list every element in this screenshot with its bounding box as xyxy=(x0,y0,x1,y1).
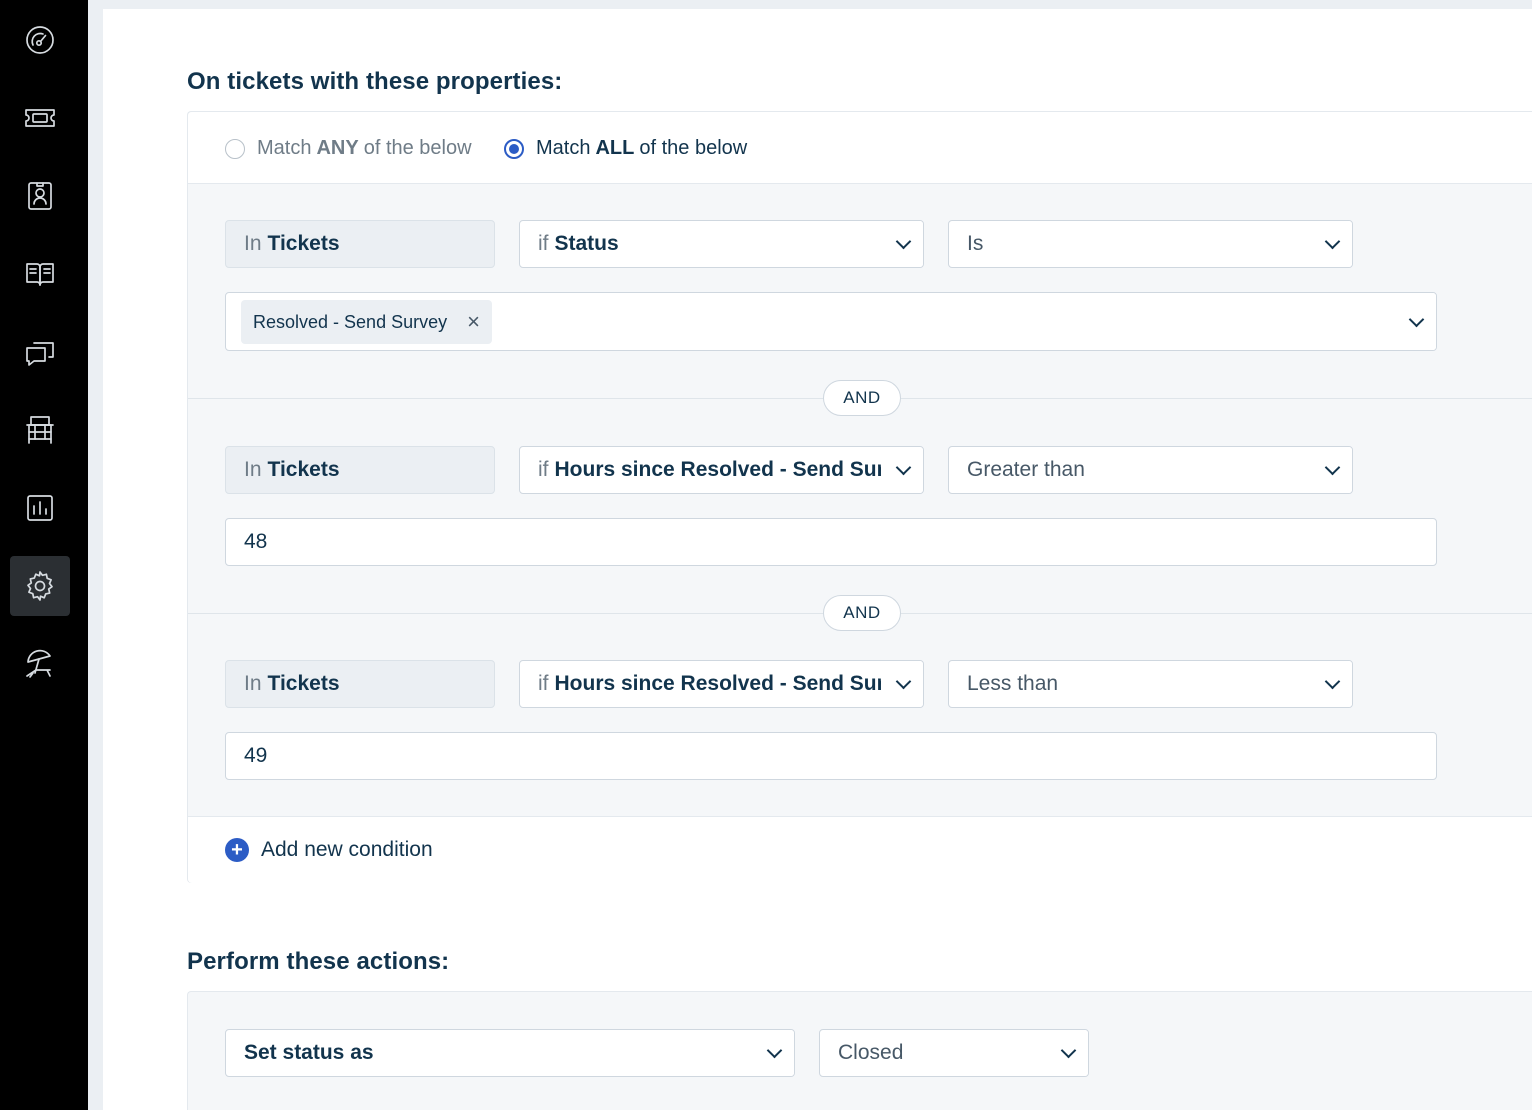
match-any-pre: Match xyxy=(257,137,312,159)
action-value: Closed xyxy=(838,1041,904,1064)
value-text: 49 xyxy=(244,744,268,767)
condition-3-operator-select[interactable]: Less than xyxy=(948,660,1353,708)
conditions-title: On tickets with these properties: xyxy=(187,68,563,95)
condition-3-scope: In Tickets xyxy=(225,660,495,708)
action-type-select[interactable]: Set status as xyxy=(225,1029,795,1077)
nav-discussions[interactable] xyxy=(10,322,70,382)
radio-checked[interactable] xyxy=(504,138,524,159)
nav-reports[interactable] xyxy=(10,478,70,538)
scope-value: Tickets xyxy=(267,232,340,255)
radio-unchecked[interactable] xyxy=(225,138,245,159)
reports-icon xyxy=(27,495,53,521)
tag-label: Resolved - Send Survey xyxy=(253,311,448,332)
nav-beach[interactable] xyxy=(10,634,70,694)
solutions-icon xyxy=(26,263,54,286)
match-any-post: of the below xyxy=(363,137,472,159)
sidebar xyxy=(0,0,88,1110)
condition-3-value-input[interactable]: 49 xyxy=(225,732,1437,780)
and-connector: AND xyxy=(823,380,901,416)
nav-contacts[interactable] xyxy=(10,166,70,226)
match-all-post: of the below xyxy=(639,137,748,159)
tag-remove-icon[interactable]: × xyxy=(467,311,480,333)
condition-2-operator-select[interactable]: Greater than xyxy=(948,446,1353,494)
action-value-select[interactable]: Closed xyxy=(819,1029,1089,1077)
add-condition-label: Add new condition xyxy=(261,838,433,861)
actions-title: Perform these actions: xyxy=(187,948,450,975)
assets-icon xyxy=(26,416,54,444)
contacts-icon xyxy=(28,182,52,210)
operator-value: Greater than xyxy=(967,458,1085,481)
dashboard-icon xyxy=(26,26,54,54)
condition-2-field-select[interactable]: if Hours since Resolved - Send Survey xyxy=(519,446,924,494)
discussions-icon xyxy=(26,342,54,366)
tickets-icon xyxy=(25,109,55,127)
beach-chair-icon xyxy=(26,649,51,678)
match-all-bold: ALL xyxy=(595,137,635,159)
field-prefix: if xyxy=(538,672,549,695)
field-prefix: if xyxy=(538,458,549,481)
add-new-condition-button[interactable]: + Add new condition xyxy=(188,816,1532,883)
condition-1-field-select[interactable]: if Status xyxy=(519,220,924,268)
scope-prefix: In xyxy=(244,672,262,695)
match-any-bold: ANY xyxy=(316,137,359,159)
match-all-radio[interactable]: Match ALL of the below xyxy=(504,137,747,160)
nav-dashboard[interactable] xyxy=(10,10,70,70)
condition-2-scope: In Tickets xyxy=(225,446,495,494)
admin-gear-icon xyxy=(27,571,53,601)
nav-admin[interactable] xyxy=(10,556,70,616)
actions-box: Set status as Closed xyxy=(187,991,1532,1110)
match-options: Match ANY of the below Match ALL of the … xyxy=(188,112,1532,184)
condition-2-value-input[interactable]: 48 xyxy=(225,518,1437,566)
nav-tickets[interactable] xyxy=(10,88,70,148)
condition-3-field-select[interactable]: if Hours since Resolved - Send Survey xyxy=(519,660,924,708)
operator-value: Is xyxy=(967,232,984,255)
condition-1-operator-select[interactable]: Is xyxy=(948,220,1353,268)
scope-value: Tickets xyxy=(267,672,340,695)
operator-value: Less than xyxy=(967,672,1059,695)
condition-1-value-multiselect[interactable]: Resolved - Send Survey × xyxy=(225,292,1437,351)
value-text: 48 xyxy=(244,530,268,553)
nav-solutions[interactable] xyxy=(10,244,70,304)
main-panel: On tickets with these properties: Match … xyxy=(103,9,1532,1110)
field-value: Hours since Resolved - Send Survey xyxy=(554,458,920,481)
field-value: Hours since Resolved - Send Survey xyxy=(554,672,920,695)
scope-prefix: In xyxy=(244,232,262,255)
field-value: Status xyxy=(554,232,619,255)
condition-1-scope: In Tickets xyxy=(225,220,495,268)
conditions-box: Match ANY of the below Match ALL of the … xyxy=(187,111,1532,883)
and-connector: AND xyxy=(823,595,901,631)
plus-circle-icon: + xyxy=(225,838,249,862)
nav-assets[interactable] xyxy=(10,400,70,460)
field-prefix: if xyxy=(538,232,549,255)
value-tag: Resolved - Send Survey × xyxy=(241,300,492,344)
match-any-radio[interactable]: Match ANY of the below xyxy=(225,137,472,160)
match-all-pre: Match xyxy=(536,137,591,159)
scope-prefix: In xyxy=(244,458,262,481)
action-type-value: Set status as xyxy=(244,1041,374,1064)
scope-value: Tickets xyxy=(267,458,340,481)
